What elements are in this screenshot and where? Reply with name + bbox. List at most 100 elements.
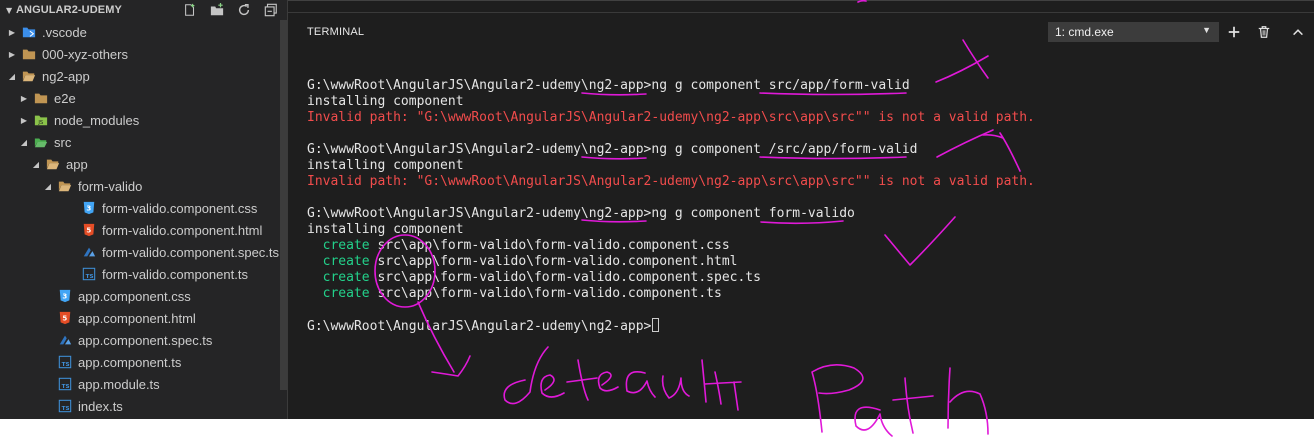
trash-icon xyxy=(1258,26,1270,38)
terminal-select[interactable]: 1: cmd.exe ▼ xyxy=(1048,22,1219,42)
svg-text:5: 5 xyxy=(62,315,67,323)
tree-item[interactable]: ◢ ng2-app xyxy=(0,65,287,87)
explorer-sidebar: ▼ ANGULAR2-UDEMY ▶ .vscode ▶ 000-xyz-others… xyxy=(0,0,287,419)
new-file-icon[interactable] xyxy=(182,2,198,18)
tree-item[interactable]: form-valido.component.spec.ts xyxy=(0,241,287,263)
tree-item-label: .vscode xyxy=(42,24,87,40)
create-label: create xyxy=(307,254,370,269)
vscode-folder-icon xyxy=(22,25,36,39)
new-folder-icon[interactable] xyxy=(209,2,225,18)
css-file-icon: 3 xyxy=(82,201,96,215)
collapse-caret-icon[interactable]: ▼ xyxy=(6,6,16,15)
tree-item-label: app.component.css xyxy=(78,288,191,304)
terminal-line: create src\app\form-valido\form-valido.c… xyxy=(307,238,1297,254)
tree-item-label: app xyxy=(66,156,88,172)
folder-open-icon xyxy=(22,69,36,83)
tree-item-label: form-valido xyxy=(78,178,143,194)
tree-item-label: 000-xyz-others xyxy=(42,46,128,62)
typescript-file-icon: TS xyxy=(58,399,72,413)
terminal-line: G:\wwwRoot\AngularJS\Angular2-udemy\ng2-… xyxy=(307,318,1297,334)
html-file-icon: 5 xyxy=(58,311,72,325)
kill-terminal-button[interactable] xyxy=(1254,22,1274,42)
svg-text:TS: TS xyxy=(62,406,70,412)
tree-item[interactable]: ▶ .vscode xyxy=(0,21,287,43)
prompt-text: G:\wwwRoot\AngularJS\Angular2-udemy\ng2-… xyxy=(307,319,652,334)
css-file-icon: 3 xyxy=(58,289,72,303)
terminal-cursor xyxy=(652,318,660,332)
expanded-twisty-icon[interactable]: ◢ xyxy=(6,72,18,81)
sidebar-scrollbar[interactable] xyxy=(280,20,287,390)
maximize-panel-button[interactable] xyxy=(1288,22,1308,42)
expanded-twisty-icon[interactable]: ◢ xyxy=(42,182,54,191)
folder-open-icon xyxy=(46,157,60,171)
tree-item[interactable]: TS form-valido.component.ts xyxy=(0,263,287,285)
collapsed-twisty-icon[interactable]: ▶ xyxy=(18,116,30,125)
terminal-line: Invalid path: "G:\wwwRoot\AngularJS\Angu… xyxy=(307,110,1035,125)
tree-item-label: ng2-app xyxy=(42,68,90,84)
tree-item-label: app.module.ts xyxy=(78,376,160,392)
tree-item-label: form-valido.component.html xyxy=(102,222,263,238)
collapsed-twisty-icon[interactable]: ▶ xyxy=(18,94,30,103)
create-label: create xyxy=(307,238,370,253)
collapsed-twisty-icon[interactable]: ▶ xyxy=(6,50,18,59)
tree-item[interactable]: ◢ app xyxy=(0,153,287,175)
tree-item-label: node_modules xyxy=(54,112,140,128)
collapsed-twisty-icon[interactable]: ▶ xyxy=(6,28,18,37)
expanded-twisty-icon[interactable]: ◢ xyxy=(30,160,42,169)
src-folder-icon xyxy=(34,135,48,149)
svg-text:3: 3 xyxy=(62,293,67,301)
spec-file-icon xyxy=(58,333,72,347)
tree-item[interactable]: TS app.component.ts xyxy=(0,351,287,373)
tree-item-label: form-valido.component.ts xyxy=(102,266,248,282)
svg-text:5: 5 xyxy=(86,227,91,235)
tree-item-label: app.component.ts xyxy=(78,354,182,370)
folder-icon xyxy=(34,91,48,105)
create-label: create xyxy=(307,270,370,285)
tree-item[interactable]: 5 form-valido.component.html xyxy=(0,219,287,241)
terminal-output[interactable]: G:\wwwRoot\AngularJS\Angular2-udemy\ng2-… xyxy=(307,78,1297,334)
terminal-line: create src\app\form-valido\form-valido.c… xyxy=(307,270,1297,286)
tree-item[interactable]: TS index.ts xyxy=(0,395,287,417)
svg-text:TS: TS xyxy=(62,362,70,368)
tree-item-label: e2e xyxy=(54,90,76,106)
terminal-select-value: 1: cmd.exe xyxy=(1055,25,1114,39)
collapse-all-icon[interactable] xyxy=(263,2,279,18)
editor-strip xyxy=(288,1,1314,13)
tree-item[interactable]: ▶ e2e xyxy=(0,87,287,109)
terminal-line: installing component xyxy=(307,222,464,237)
tree-item[interactable]: app.component.spec.ts xyxy=(0,329,287,351)
terminal-line: installing component xyxy=(307,94,464,109)
tree-item[interactable]: ▶ 000-xyz-others xyxy=(0,43,287,65)
created-file-path: src\app\form-valido\form-valido.componen… xyxy=(369,254,738,269)
new-terminal-button[interactable] xyxy=(1224,22,1244,42)
explorer-header[interactable]: ▼ ANGULAR2-UDEMY xyxy=(0,0,287,20)
tree-item[interactable]: ▶ JS node_modules xyxy=(0,109,287,131)
tree-item-label: index.ts xyxy=(78,398,123,414)
tree-item[interactable]: TS app.module.ts xyxy=(0,373,287,395)
expanded-twisty-icon[interactable]: ◢ xyxy=(18,138,30,147)
terminal-line: G:\wwwRoot\AngularJS\Angular2-udemy\ng2-… xyxy=(307,78,910,93)
terminal-line: G:\wwwRoot\AngularJS\Angular2-udemy\ng2-… xyxy=(307,142,918,157)
tree-item[interactable]: 5 app.component.html xyxy=(0,307,287,329)
node-folder-icon: JS xyxy=(34,113,48,127)
tree-item-label: app.component.html xyxy=(78,310,196,326)
created-file-path: src\app\form-valido\form-valido.componen… xyxy=(369,270,761,285)
tree-item[interactable]: 3 app.component.css xyxy=(0,285,287,307)
svg-text:JS: JS xyxy=(37,120,44,126)
plus-icon xyxy=(1228,26,1240,38)
folder-open-icon xyxy=(58,179,72,193)
tab-terminal[interactable]: TERMINAL xyxy=(307,26,364,38)
tree-item[interactable]: ◢ src xyxy=(0,131,287,153)
tree-item[interactable]: 3 form-valido.component.css xyxy=(0,197,287,219)
spec-file-icon xyxy=(82,245,96,259)
html-file-icon: 5 xyxy=(82,223,96,237)
terminal-line: installing component xyxy=(307,158,464,173)
tree-item-label: form-valido.component.css xyxy=(102,200,258,216)
typescript-file-icon: TS xyxy=(58,377,72,391)
tree-item[interactable]: ◢ form-valido xyxy=(0,175,287,197)
refresh-icon[interactable] xyxy=(236,2,252,18)
typescript-file-icon: TS xyxy=(58,355,72,369)
tree-item-label: src xyxy=(54,134,72,150)
